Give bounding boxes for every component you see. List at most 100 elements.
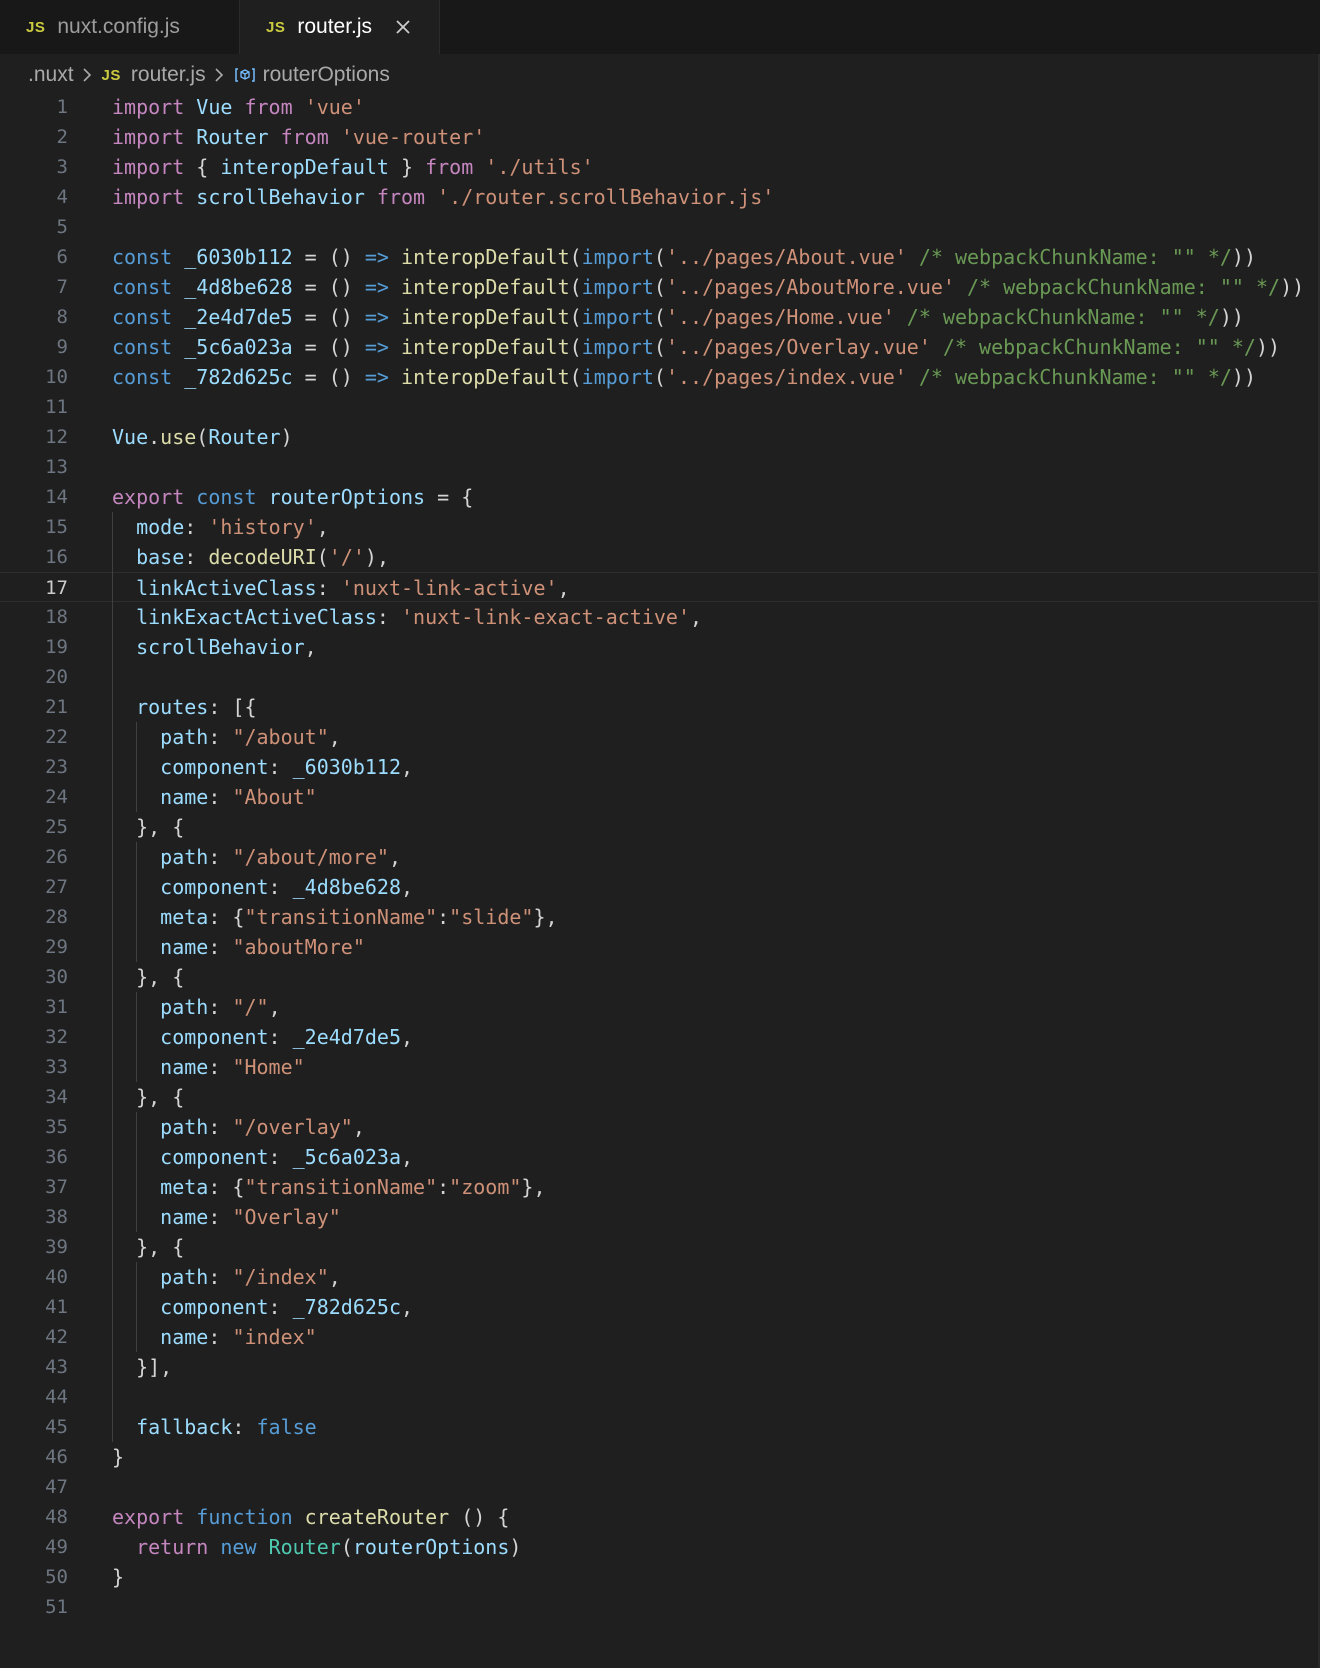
code-line[interactable]: 15 mode: 'history', [0,512,1320,542]
code-token: "index" [232,1325,317,1349]
code-line[interactable]: 25 }, { [0,812,1320,842]
code-line[interactable]: 44 [0,1382,1320,1412]
code-token: name [160,1055,209,1079]
line-number: 7 [56,276,68,298]
code-line[interactable]: 23 component: _6030b112, [0,752,1320,782]
code-line[interactable]: 1 import Vue from 'vue' [0,92,1320,122]
code-content: name: "Home" [112,1052,305,1082]
code-line[interactable]: 37 meta: {"transitionName":"zoom"}, [0,1172,1320,1202]
code-token: , [352,1115,365,1139]
code-line[interactable]: 16 base: decodeURI('/'), [0,542,1320,572]
code-token: ( [653,245,666,269]
code-line[interactable]: 17 linkActiveClass: 'nuxt-link-active', [0,572,1320,602]
code-token: , [557,576,570,600]
code-token: '/' [328,545,365,569]
breadcrumb-symbol-label: routerOptions [262,63,390,86]
tab-router[interactable]: JS router.js [240,0,440,54]
line-number: 19 [45,636,68,658]
code-line[interactable]: 35 path: "/overlay", [0,1112,1320,1142]
code-content: mode: 'history', [112,512,329,542]
tab-nuxt-config[interactable]: JS nuxt.config.js [0,0,240,54]
code-line[interactable]: 47 [0,1472,1320,1502]
code-line[interactable]: 34 }, { [0,1082,1320,1112]
code-line[interactable]: 22 path: "/about", [0,722,1320,752]
code-line[interactable]: 30 }, { [0,962,1320,992]
code-line[interactable]: 19 scrollBehavior, [0,632,1320,662]
code-line[interactable]: 46} [0,1442,1320,1472]
code-token: Vue [196,95,233,119]
code-line[interactable]: 41 component: _782d625c, [0,1292,1320,1322]
breadcrumb-file[interactable]: JS router.js [102,63,206,87]
breadcrumb-symbol[interactable]: routerOptions [234,63,390,87]
code-line[interactable]: 50} [0,1562,1320,1592]
code-line[interactable]: 36 component: _5c6a023a, [0,1142,1320,1172]
code-token: "/about" [232,725,329,749]
code-line[interactable]: 49 return new Router(routerOptions) [0,1532,1320,1562]
code-line[interactable]: 38 name: "Overlay" [0,1202,1320,1232]
code-line[interactable]: 6 const _6030b112 = () => interopDefault(… [0,242,1320,272]
code-line[interactable]: 32 component: _2e4d7de5, [0,1022,1320,1052]
code-line[interactable]: 13 [0,452,1320,482]
code-token: _6030b112 [292,755,402,779]
code-line[interactable]: 31 path: "/", [0,992,1320,1022]
code-line[interactable]: 14 export const routerOptions = { [0,482,1320,512]
code-token: component [160,1295,269,1319]
code-token: ), [364,545,389,569]
code-line[interactable]: 48 export function createRouter () { [0,1502,1320,1532]
code-line[interactable]: 7 const _4d8be628 = () => interopDefault(… [0,272,1320,302]
code-content: }, { [112,812,184,842]
line-number: 5 [56,216,68,238]
code-content: path: "/about/more", [112,842,401,872]
javascript-file-icon: JS [101,66,121,84]
code-line[interactable]: 39 }, { [0,1232,1320,1262]
code-line[interactable]: 2 import Router from 'vue-router' [0,122,1320,152]
code-line[interactable]: 28 meta: {"transitionName":"slide"}, [0,902,1320,932]
code-line[interactable]: 4 import scrollBehavior from './router.sc… [0,182,1320,212]
code-line[interactable]: 3 import { interopDefault } from './utils… [0,152,1320,182]
code-editor[interactable]: 1 import Vue from 'vue' 2 import Router fro… [0,92,1320,1668]
breadcrumb-folder[interactable]: .nuxt [28,63,74,87]
close-icon[interactable] [390,14,416,40]
code-token: linkActiveClass [136,576,317,600]
code-token: "transitionName" [244,905,438,929]
code-line[interactable]: 29 name: "aboutMore" [0,932,1320,962]
code-token: interopDefault [401,335,570,359]
code-line[interactable]: 26 path: "/about/more", [0,842,1320,872]
code-token: )) [1280,275,1305,299]
code-line[interactable]: 5 [0,212,1320,242]
code-token: path [160,1265,209,1289]
code-line[interactable]: 27 component: _4d8be628, [0,872,1320,902]
code-line[interactable]: 18 linkExactActiveClass: 'nuxt-link-exac… [0,602,1320,632]
code-line[interactable]: 21 routes: [{ [0,692,1320,722]
code-line[interactable]: 24 name: "About" [0,782,1320,812]
code-token: ( [569,305,582,329]
code-token: from [244,95,293,119]
code-token: } [112,1445,125,1469]
code-line[interactable]: 42 name: "index" [0,1322,1320,1352]
code-line[interactable]: 20 [0,662,1320,692]
code-line[interactable]: 51 [0,1592,1320,1622]
code-line[interactable]: 40 path: "/index", [0,1262,1320,1292]
code-line[interactable]: 9 const _5c6a023a = () => interopDefault(… [0,332,1320,362]
code-token: ) [280,425,293,449]
code-line[interactable]: 10 const _782d625c = () => interopDefault… [0,362,1320,392]
code-line[interactable]: 12 Vue.use(Router) [0,422,1320,452]
code-line[interactable]: 43 }], [0,1352,1320,1382]
code-content: return new Router(routerOptions) [112,1532,521,1562]
code-line[interactable]: 11 [0,392,1320,422]
code-token: "zoom" [449,1175,522,1199]
javascript-file-icon: JS [26,18,46,36]
code-line[interactable]: 8 const _2e4d7de5 = () => interopDefault(… [0,302,1320,332]
code-line[interactable]: 33 name: "Home" [0,1052,1320,1082]
code-line[interactable]: 45 fallback: false [0,1412,1320,1442]
code-token: : [{ [208,695,257,719]
code-content: component: _4d8be628, [112,872,413,902]
